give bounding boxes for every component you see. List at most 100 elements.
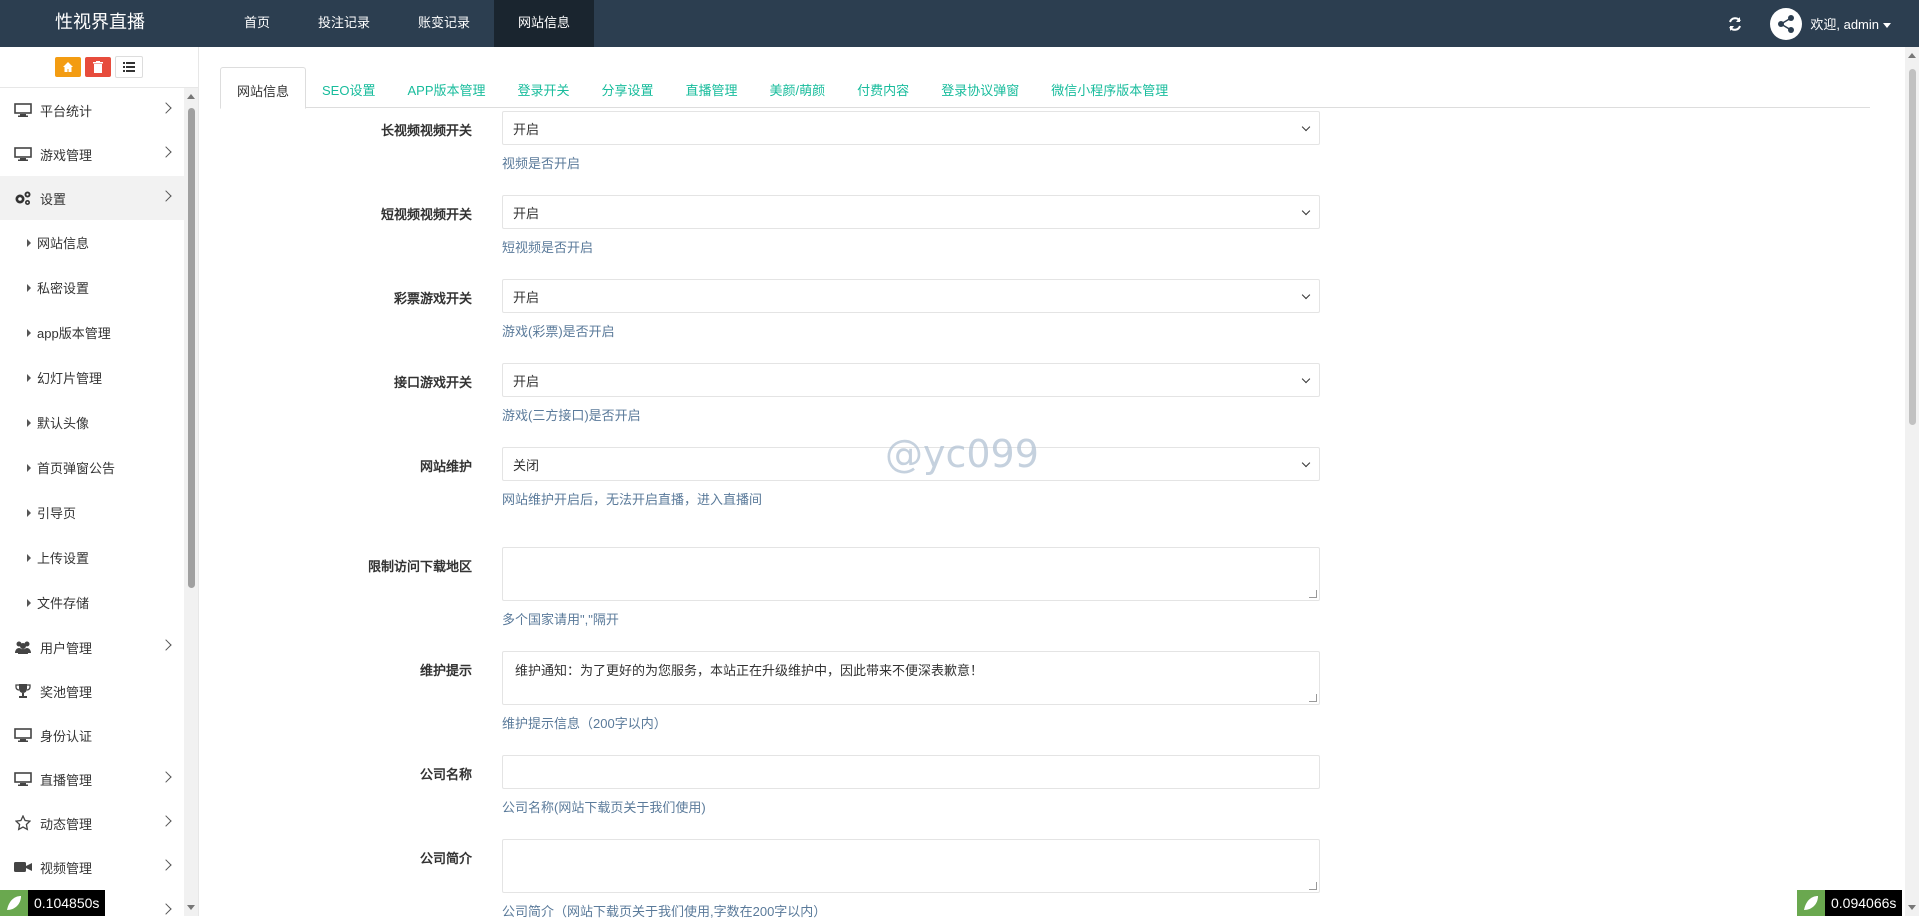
sidebar-scrollbar[interactable]	[184, 88, 198, 916]
sidebar-item[interactable]: 游戏管理	[0, 132, 184, 176]
menu-toggle-button[interactable]	[115, 56, 143, 78]
topnav-item[interactable]: 网站信息	[494, 0, 595, 47]
sidebar-subitem-label: 首页弹窗公告	[37, 461, 116, 476]
sidebar-subitem[interactable]: 幻灯片管理	[0, 355, 184, 400]
sidebar-item[interactable]: 奖池管理	[0, 669, 184, 713]
topnav-item[interactable]: 账变记录	[394, 0, 494, 47]
switch-select[interactable]: 开启	[502, 111, 1320, 145]
resize-grip-icon[interactable]	[1309, 590, 1317, 598]
field-label: 接口游戏开关	[393, 375, 472, 390]
chevron-right-icon	[160, 815, 172, 827]
sidebar-subitem[interactable]: 上传设置	[0, 535, 184, 580]
settings-tab[interactable]: 付费内容	[841, 67, 925, 106]
sidebar-subitem-label: 私密设置	[37, 281, 90, 296]
sidebar-item[interactable]: 设置	[0, 176, 184, 220]
main-content: 网站信息 SEO设置 APP版本管理 登录开关 分享设置 直播管理 美颜/萌颜 付费内容 登录协…	[200, 47, 1905, 919]
select-value: 开启	[513, 373, 540, 389]
switch-select[interactable]: 开启	[502, 363, 1320, 397]
textarea-field[interactable]	[502, 839, 1320, 893]
monitor-icon	[12, 770, 34, 788]
field-help: 多个国家请用","隔开	[502, 612, 619, 627]
settings-tab[interactable]: 登录开关	[502, 67, 586, 106]
sidebar-item-label: 设置	[40, 191, 67, 207]
top-nav: 首页 投注记录 账变记录 网站信息	[220, 0, 595, 47]
sidebar-item-label: 直播管理	[40, 772, 93, 788]
field-help: 游戏(彩票)是否开启	[502, 324, 615, 339]
settings-tab[interactable]: SEO设置	[306, 67, 391, 106]
sidebar-subitem[interactable]: 私密设置	[0, 265, 184, 310]
settings-tab[interactable]: 登录协议弹窗	[925, 67, 1035, 106]
settings-tab[interactable]: APP版本管理	[391, 67, 501, 106]
sidebar-subitem[interactable]: app版本管理	[0, 310, 184, 355]
video-icon	[12, 858, 34, 876]
select-value: 关闭	[513, 457, 540, 473]
list-icon	[123, 62, 135, 72]
sidebar-subitem-label: 默认头像	[37, 416, 90, 431]
switch-select[interactable]: 开启	[502, 195, 1320, 229]
settings-tab[interactable]: 微信小程序版本管理	[1035, 67, 1184, 106]
settings-tab[interactable]: 分享设置	[586, 67, 670, 106]
refresh-icon[interactable]	[1724, 13, 1746, 35]
sidebar-subitem[interactable]: 首页弹窗公告	[0, 445, 184, 490]
monitor-icon	[12, 726, 34, 744]
caret-right-icon	[27, 328, 31, 337]
field-label: 彩票游戏开关	[393, 291, 472, 306]
sidebar-item-label: 身份认证	[40, 728, 93, 744]
gears-icon	[12, 189, 34, 207]
settings-tab[interactable]: 直播管理	[670, 67, 754, 106]
sidebar-item[interactable]: 动态管理	[0, 801, 184, 845]
sidebar-item[interactable]: 身份认证	[0, 713, 184, 757]
brand-logo[interactable]: 性视界直播	[0, 0, 200, 47]
field-label: 网站维护	[419, 459, 472, 474]
leaf-icon	[0, 890, 28, 916]
home-button[interactable]	[55, 57, 81, 77]
sidebar-scroll-thumb[interactable]	[188, 108, 195, 588]
resize-grip-icon[interactable]	[1309, 882, 1317, 890]
home-icon	[63, 62, 73, 72]
settings-tab[interactable]: 美颜/萌颜	[754, 67, 842, 106]
caret-right-icon	[27, 283, 31, 292]
sidebar-subitem[interactable]: 引导页	[0, 490, 184, 535]
monitor-icon	[12, 145, 34, 163]
scroll-up-icon[interactable]	[1908, 53, 1916, 58]
textarea-field[interactable]: 维护通知：为了更好的为您服务，本站正在升级维护中，因此带来不便深表歉意！	[502, 651, 1320, 705]
caret-down-icon	[1883, 23, 1891, 29]
text-input[interactable]	[502, 755, 1320, 789]
avatar[interactable]	[1770, 7, 1803, 40]
settings-tabs: 网站信息 SEO设置 APP版本管理 登录开关 分享设置 直播管理 美颜/萌颜 付费内容 登录协…	[220, 67, 1870, 109]
welcome-text: 欢迎, admin	[1810, 17, 1879, 32]
top-right: 欢迎, admin	[1724, 0, 1919, 47]
sidebar-item[interactable]: 视频管理	[0, 845, 184, 889]
switch-select[interactable]: 开启	[502, 279, 1320, 313]
sidebar-item[interactable]: 用户管理	[0, 625, 184, 669]
sidebar-item[interactable]: 直播管理	[0, 757, 184, 801]
chevron-right-icon	[160, 146, 172, 158]
scroll-down-icon[interactable]	[187, 905, 195, 910]
textarea-field[interactable]	[502, 547, 1320, 601]
sidebar-subitem[interactable]: 默认头像	[0, 400, 184, 445]
scroll-down-icon[interactable]	[1908, 905, 1916, 910]
sidebar-subitem[interactable]: 网站信息	[0, 220, 184, 265]
sidebar-subitem-label: 引导页	[37, 506, 77, 521]
topnav-item[interactable]: 投注记录	[294, 0, 394, 47]
main-scroll-thumb[interactable]	[1909, 69, 1916, 425]
select-value: 开启	[513, 121, 540, 137]
scroll-up-icon[interactable]	[187, 94, 195, 99]
chevron-right-icon	[160, 859, 172, 871]
settings-tab[interactable]: 网站信息	[220, 67, 307, 109]
field-help: 游戏(三方接口)是否开启	[502, 408, 641, 423]
topnav-item[interactable]: 首页	[220, 0, 294, 47]
sidebar: 平台统计 游戏管理设置网站信息私密设置 app版本管理 幻灯片管理默认头像首页弹窗公告…	[0, 47, 199, 916]
caret-right-icon	[27, 418, 31, 427]
sidebar-subitem[interactable]: 文件存储	[0, 580, 184, 625]
resize-grip-icon[interactable]	[1309, 694, 1317, 702]
sidebar-item-label: 视频管理	[40, 860, 93, 876]
main-scrollbar[interactable]	[1905, 47, 1919, 916]
caret-right-icon	[27, 463, 31, 472]
sidebar-item-label: 用户管理	[40, 640, 93, 656]
sidebar-item[interactable]: 平台统计	[0, 88, 184, 132]
user-menu[interactable]: 欢迎, admin	[1810, 14, 1891, 33]
chevron-right-icon	[160, 903, 172, 915]
clear-cache-button[interactable]	[85, 57, 111, 77]
chevron-right-icon	[160, 771, 172, 783]
